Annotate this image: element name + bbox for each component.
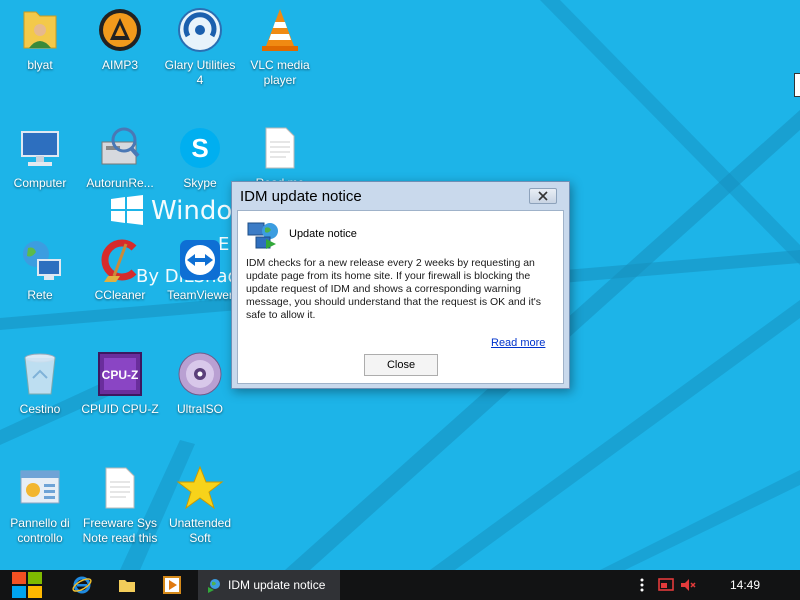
desktop-icon-ultraiso[interactable]: UltraISO xyxy=(160,350,240,417)
ultraiso-disc-icon xyxy=(178,352,222,396)
tray-volume-button[interactable] xyxy=(678,570,698,600)
desktop-icon-label: Computer xyxy=(13,176,67,190)
close-icon xyxy=(538,191,548,201)
display-icon xyxy=(658,578,674,591)
desktop-icon-label: blyat xyxy=(27,58,53,72)
dialog-content: Update notice IDM checks for a new relea… xyxy=(237,210,564,384)
dialog-title: IDM update notice xyxy=(240,188,362,205)
taskbar-task-label: IDM update notice xyxy=(228,578,326,592)
desktop-icon-teamviewer[interactable]: TeamViewer xyxy=(160,236,240,303)
text-document-icon xyxy=(265,127,295,169)
desktop-icon-label: Unattended Soft xyxy=(168,516,232,545)
desktop-icon-label: Cestino xyxy=(19,402,61,416)
desktop-icon-unattended-soft[interactable]: Unattended Soft xyxy=(160,464,240,546)
read-more-link[interactable]: Read more xyxy=(491,337,545,349)
recycle-bin-icon xyxy=(24,353,56,395)
taskbar-clock[interactable]: 14:49 xyxy=(730,578,760,592)
idm-network-icon xyxy=(247,222,278,249)
user-folder-icon xyxy=(23,11,57,49)
desktop-icon-autorun[interactable]: AutorunRe... xyxy=(80,124,160,191)
dialog-titlebar[interactable]: IDM update notice xyxy=(232,182,569,210)
tray-display-button[interactable] xyxy=(656,570,676,600)
desktop-icon-label: AutorunRe... xyxy=(86,176,154,190)
desktop-icon-label: CCleaner xyxy=(94,288,146,302)
internet-explorer-icon xyxy=(72,576,92,594)
computer-icon xyxy=(21,131,59,166)
start-button[interactable] xyxy=(0,570,54,600)
control-panel-icon xyxy=(20,470,60,504)
text-document-icon xyxy=(105,467,135,509)
tray-overflow-button[interactable] xyxy=(636,570,648,600)
desktop-icon-vlc[interactable]: VLC media player xyxy=(240,6,320,88)
desktop-icon-label: TeamViewer xyxy=(167,288,233,302)
desktop-icon-label: CPUID CPU-Z xyxy=(81,402,159,416)
desktop: Window E By DiLShad blyat AIMP3 Glary Ut… xyxy=(0,0,800,570)
close-button[interactable]: Close xyxy=(364,354,438,376)
more-vertical-icon xyxy=(640,578,644,592)
desktop-icon-label: Skype xyxy=(183,176,217,190)
desktop-icon-label: Rete xyxy=(27,288,53,302)
star-icon xyxy=(176,465,224,510)
svg-text:CPU-Z: CPU-Z xyxy=(102,368,139,382)
dialog-message: IDM checks for a new release every 2 wee… xyxy=(246,257,542,321)
skype-icon: S xyxy=(180,128,220,168)
desktop-icon-glary[interactable]: Glary Utilities 4 xyxy=(160,6,240,88)
desktop-icon-cpuz[interactable]: CPU-Z CPUID CPU-Z xyxy=(80,350,160,417)
desktop-icon-control-panel[interactable]: Pannello di controllo xyxy=(0,464,80,546)
windows-logo-icon xyxy=(12,572,42,598)
desktop-icon-label: Glary Utilities 4 xyxy=(164,58,236,87)
svg-text:S: S xyxy=(191,133,208,163)
side-panel-handle[interactable] xyxy=(794,73,800,97)
aimp-icon xyxy=(99,9,141,51)
desktop-icon-computer[interactable]: Computer xyxy=(0,124,80,191)
desktop-icon-label: UltraISO xyxy=(176,402,223,416)
dialog-header-text: Update notice xyxy=(289,228,357,240)
autorun-icon xyxy=(101,127,140,165)
desktop-icon-network[interactable]: Rete xyxy=(0,236,80,303)
taskbar: IDM update notice 14:49 xyxy=(0,570,800,600)
taskbar-ie-button[interactable] xyxy=(68,570,96,600)
desktop-icon-aimp[interactable]: AIMP3 xyxy=(80,6,160,73)
desktop-icon-label: Freeware Sys Note read this xyxy=(82,516,158,545)
glary-utilities-icon xyxy=(178,8,222,52)
media-player-icon xyxy=(163,576,181,594)
desktop-icon-recycle-bin[interactable]: Cestino xyxy=(0,350,80,417)
idm-network-icon xyxy=(208,579,220,593)
taskbar-task-idm[interactable]: IDM update notice xyxy=(198,570,340,600)
taskbar-explorer-button[interactable] xyxy=(113,570,141,600)
speaker-muted-icon xyxy=(681,579,696,591)
cpuz-icon: CPU-Z xyxy=(98,352,142,396)
taskbar-media-player-button[interactable] xyxy=(158,570,186,600)
desktop-icon-ccleaner[interactable]: CCleaner xyxy=(80,236,160,303)
network-globe-icon xyxy=(23,241,61,280)
desktop-icon-label: VLC media player xyxy=(250,58,310,87)
desktop-icon-skype[interactable]: S Skype xyxy=(160,124,240,191)
idm-update-dialog: IDM update notice Update notice IDM chec… xyxy=(231,181,570,389)
desktop-icon-user-folder[interactable]: blyat xyxy=(0,6,80,73)
ccleaner-icon xyxy=(101,239,137,282)
teamviewer-icon xyxy=(180,240,220,280)
folder-icon xyxy=(119,580,135,592)
desktop-icon-label: AIMP3 xyxy=(101,58,138,72)
desktop-icon-label: Pannello di controllo xyxy=(10,516,70,545)
desktop-icon-freeware-note[interactable]: Freeware Sys Note read this xyxy=(80,464,160,546)
dialog-close-button[interactable] xyxy=(529,188,557,204)
vlc-cone-icon xyxy=(262,9,298,51)
